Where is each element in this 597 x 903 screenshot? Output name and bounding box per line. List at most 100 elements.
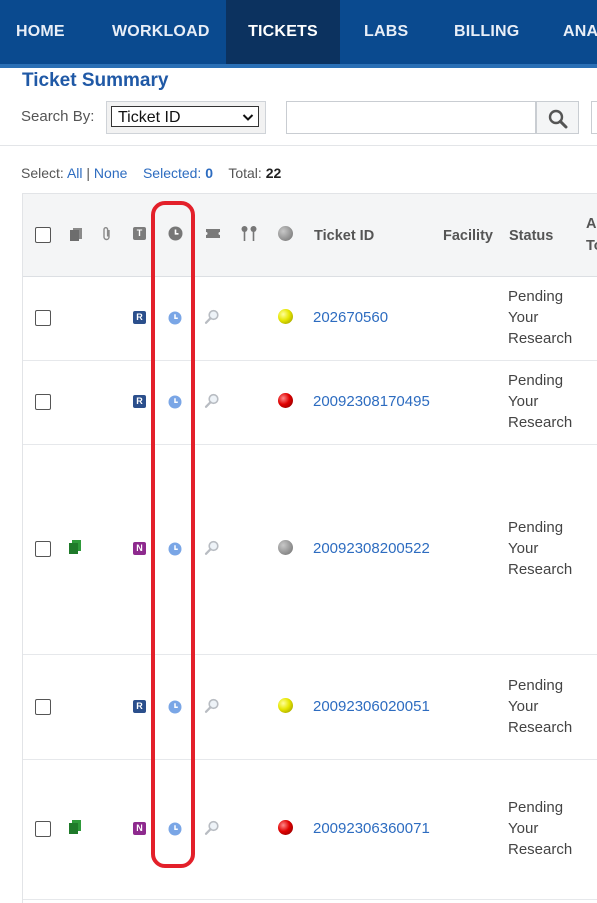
ticket-table: T Ticket ID Facility Status As To R 20267… [22, 193, 597, 903]
select-all-checkbox[interactable] [35, 227, 51, 243]
select-all-link[interactable]: All [67, 165, 83, 181]
total-count: 22 [265, 165, 282, 181]
status-line: Your [508, 393, 539, 410]
priority-red-icon [278, 820, 293, 835]
priority-red-icon [278, 393, 293, 408]
status-line: Pending [508, 799, 564, 816]
selected-count: 0 [205, 165, 214, 181]
search-by-label: Search By: [21, 108, 95, 125]
nav-underline [0, 64, 597, 68]
ticket-id-link[interactable]: 20092308200522 [313, 540, 430, 557]
search-field-value: Ticket ID [118, 109, 181, 126]
total-label: Total: [228, 165, 262, 181]
row-checkbox[interactable] [35, 394, 51, 410]
nav-analytics[interactable]: ANA [563, 0, 597, 64]
status-cell: Pending Your Research [508, 286, 572, 349]
table-row[interactable]: N 20092306360071 Pending Your Research [23, 759, 597, 900]
nav-tickets[interactable]: TICKETS [226, 0, 340, 64]
clock-column-icon[interactable] [168, 226, 183, 241]
priority-yellow-icon [278, 697, 293, 713]
status-line: Research [508, 414, 573, 431]
document-icon[interactable] [69, 820, 82, 834]
clock-icon[interactable] [168, 311, 182, 325]
nav-billing[interactable]: BILLING [454, 0, 519, 64]
status-line: Pending [508, 288, 564, 305]
ticket-id-link[interactable]: 20092308170495 [313, 393, 430, 410]
status-line: Pending [508, 519, 564, 536]
status-cell: Pending Your Research [508, 517, 572, 580]
status-line: Research [508, 841, 573, 858]
nav-workload[interactable]: WORKLOAD [112, 0, 210, 64]
table-row[interactable]: N 20092308200522 Pending Your Research [23, 444, 597, 655]
extra-control[interactable] [591, 101, 597, 134]
table-row[interactable]: R 202670560 Pending Your Research [23, 276, 597, 361]
table-row[interactable]: R 20092308170495 Pending Your Research [23, 360, 597, 445]
column-header-assigned-part1[interactable]: As [586, 216, 597, 232]
ticket-type-badge: N [133, 822, 146, 835]
search-field-select[interactable]: Ticket ID [111, 106, 259, 127]
status-line: Your [508, 540, 539, 557]
magnifier-icon[interactable] [204, 698, 220, 714]
ticket-type-badge: R [133, 395, 146, 408]
status-line: Pending [508, 676, 564, 694]
type-column-icon[interactable]: T [133, 227, 146, 240]
locate-column-icon[interactable] [240, 225, 258, 242]
clock-icon[interactable] [168, 822, 182, 836]
status-line: Research [508, 718, 573, 736]
search-field-select-wrap: Ticket ID [106, 101, 266, 134]
attachment-icon[interactable] [101, 226, 113, 242]
ticket-id-link[interactable]: 202670560 [313, 309, 388, 326]
priority-column-icon[interactable] [278, 226, 293, 241]
status-line: Your [508, 697, 539, 715]
clock-icon[interactable] [168, 395, 182, 409]
magnifier-icon[interactable] [204, 540, 220, 556]
status-line: Research [508, 561, 573, 578]
ticket-type-badge: R [133, 699, 146, 713]
search-icon [548, 109, 568, 129]
column-header-facility[interactable]: Facility [443, 228, 493, 244]
search-button[interactable] [536, 101, 579, 134]
page-title: Ticket Summary [22, 70, 169, 91]
priority-yellow-icon [278, 309, 293, 324]
header-divider [0, 145, 597, 146]
document-icon[interactable] [69, 540, 82, 554]
row-checkbox[interactable] [35, 698, 51, 715]
select-none-link[interactable]: None [94, 165, 127, 181]
table-header: T Ticket ID Facility Status As To [23, 193, 597, 277]
clock-icon[interactable] [168, 700, 182, 714]
chevron-down-icon [242, 107, 254, 134]
ticket-column-icon[interactable] [204, 228, 222, 239]
documents-icon[interactable] [69, 227, 83, 242]
status-line: Pending [508, 372, 564, 389]
table-row[interactable]: R 20092306020051 Pending Your Research [23, 654, 597, 760]
column-header-status[interactable]: Status [509, 228, 553, 244]
select-label: Select: [21, 165, 64, 181]
nav-home[interactable]: HOME [16, 0, 65, 64]
ticket-id-link[interactable]: 20092306360071 [313, 820, 430, 837]
row-checkbox[interactable] [35, 821, 51, 837]
nav-labs[interactable]: LABS [364, 0, 408, 64]
selection-bar: Select: All | None Selected: 0 Total: 22 [21, 165, 281, 181]
magnifier-icon[interactable] [204, 820, 220, 836]
priority-gray-icon [278, 540, 293, 555]
ticket-id-link[interactable]: 20092306020051 [313, 698, 430, 715]
search-input[interactable] [286, 101, 536, 134]
status-line: Your [508, 820, 539, 837]
row-checkbox[interactable] [35, 541, 51, 557]
status-line: Research [508, 330, 573, 347]
top-nav: HOME WORKLOAD TICKETS LABS BILLING ANA [0, 0, 597, 64]
ticket-type-badge: R [133, 311, 146, 324]
column-header-ticket-id[interactable]: Ticket ID [314, 228, 374, 244]
status-cell: Pending Your Research [508, 370, 572, 433]
select-separator: | [86, 165, 91, 181]
row-checkbox[interactable] [35, 310, 51, 326]
column-header-assigned-part2[interactable]: To [586, 238, 597, 254]
status-cell: Pending Your Research [508, 797, 572, 860]
clock-icon[interactable] [168, 542, 182, 556]
status-cell: Pending Your Research [508, 675, 572, 738]
ticket-type-badge: N [133, 542, 146, 555]
magnifier-icon[interactable] [204, 393, 220, 409]
status-line: Your [508, 309, 539, 326]
selected-label: Selected: [142, 165, 202, 181]
magnifier-icon[interactable] [204, 309, 220, 325]
